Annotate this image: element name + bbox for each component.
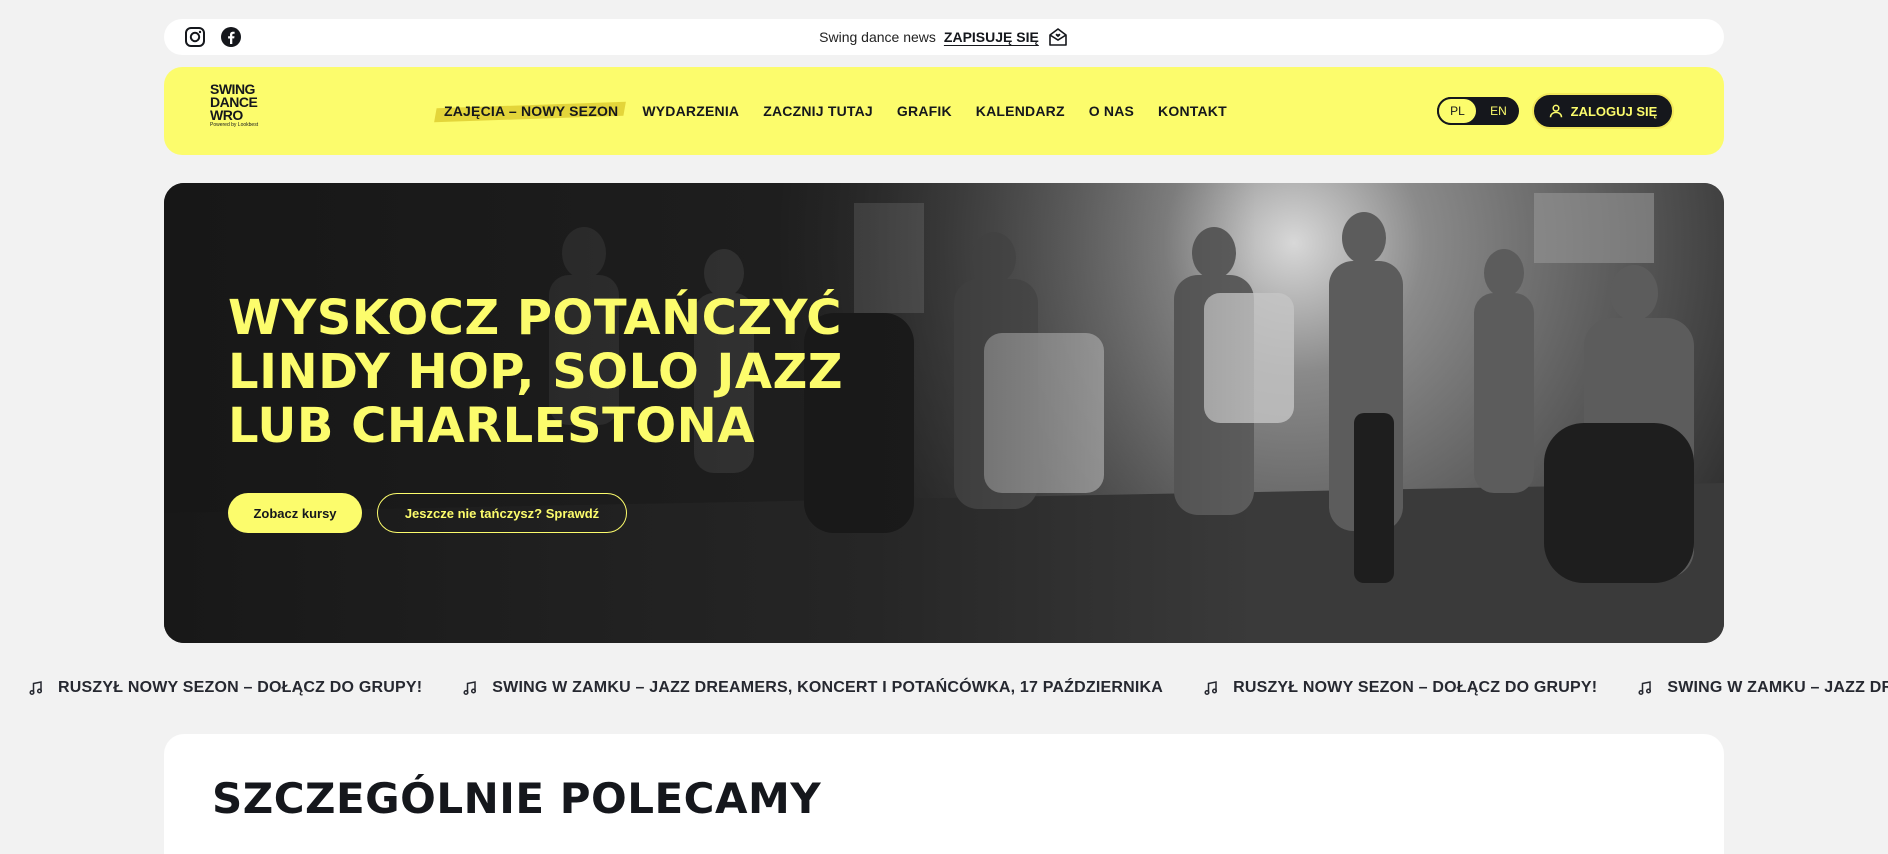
main-header: SWING DANCE WRO Powered by Lookbest ZAJĘ… (164, 67, 1724, 155)
nav-item-classes-new-season[interactable]: ZAJĘCIA – NOWY SEZON (444, 103, 618, 119)
recommended-section: SZCZEGÓLNIE POLECAMY (164, 734, 1724, 854)
login-label: ZALOGUJ SIĘ (1570, 103, 1658, 119)
nav-item-schedule[interactable]: GRAFIK (897, 103, 952, 119)
ticker-item[interactable]: RUSZYŁ NOWY SEZON – DOŁĄCZ DO GRUPY! (28, 679, 422, 697)
ticker-text: RUSZYŁ NOWY SEZON – DOŁĄCZ DO GRUPY! (1233, 679, 1598, 696)
nav-item-start-here[interactable]: ZACZNIJ TUTAJ (763, 103, 873, 119)
main-nav: ZAJĘCIA – NOWY SEZON WYDARZENIA ZACZNIJ … (444, 67, 1227, 155)
newsletter-label: Swing dance news (819, 29, 936, 45)
hero-title-line-1: WYSKOCZ POTAŃCZYĆ (228, 290, 842, 346)
nav-item-events[interactable]: WYDARZENIA (642, 103, 739, 119)
music-note-icon (29, 681, 43, 696)
news-ticker: RUSZYŁ NOWY SEZON – DOŁĄCZ DO GRUPY! SWI… (0, 670, 1888, 706)
music-note-icon (1638, 681, 1652, 696)
hero-title: WYSKOCZ POTAŃCZYĆ LINDY HOP, SOLO JAZZ L… (228, 291, 868, 453)
nav-item-about[interactable]: O NAS (1089, 103, 1134, 119)
hero-banner: WYSKOCZ POTAŃCZYĆ LINDY HOP, SOLO JAZZ L… (164, 183, 1724, 643)
ticker-text: SWING W ZAMKU – JAZZ DREAMERS, KONCERT I… (1667, 679, 1888, 696)
login-button[interactable]: ZALOGUJ SIĘ (1532, 93, 1674, 129)
swing-dance-wro-logo[interactable]: SWING DANCE WRO Powered by Lookbest (210, 82, 266, 141)
lang-option-pl[interactable]: PL (1437, 97, 1478, 125)
not-dancing-yet-button[interactable]: Jeszcze nie tańczysz? Sprawdź (377, 493, 627, 533)
ticker-text: SWING W ZAMKU – JAZZ DREAMERS, KONCERT I… (492, 679, 1164, 696)
ticker-item[interactable]: SWING W ZAMKU – JAZZ DREAMERS, KONCERT I… (1637, 679, 1888, 697)
mail-icon[interactable] (1047, 26, 1069, 48)
ticker-text: RUSZYŁ NOWY SEZON – DOŁĄCZ DO GRUPY! (58, 679, 423, 696)
top-bar: Swing dance news ZAPISUJĘ SIĘ (164, 19, 1724, 55)
user-icon (1549, 104, 1562, 118)
language-switcher: PL EN (1437, 97, 1519, 125)
recommended-title: SZCZEGÓLNIE POLECAMY (212, 774, 822, 823)
ticker-item[interactable]: RUSZYŁ NOWY SEZON – DOŁĄCZ DO GRUPY! (1203, 679, 1597, 697)
nav-item-contact[interactable]: KONTAKT (1158, 103, 1227, 119)
newsletter-banner: Swing dance news ZAPISUJĘ SIĘ (164, 19, 1724, 55)
music-note-icon (1204, 681, 1218, 696)
hero-title-line-2: LINDY HOP, SOLO JAZZ (228, 344, 844, 400)
music-note-icon (463, 681, 477, 696)
nav-item-calendar[interactable]: KALENDARZ (976, 103, 1065, 119)
see-courses-button[interactable]: Zobacz kursy (228, 493, 362, 533)
hero-title-line-3: LUB CHARLESTONA (228, 398, 755, 454)
newsletter-signup-link[interactable]: ZAPISUJĘ SIĘ (944, 29, 1039, 45)
ticker-item[interactable]: SWING W ZAMKU – JAZZ DREAMERS, KONCERT I… (462, 679, 1163, 697)
lang-option-en[interactable]: EN (1478, 97, 1519, 125)
logo-line-3: WRO (210, 107, 243, 123)
logo-powered-by: Powered by Lookbest (210, 122, 259, 128)
